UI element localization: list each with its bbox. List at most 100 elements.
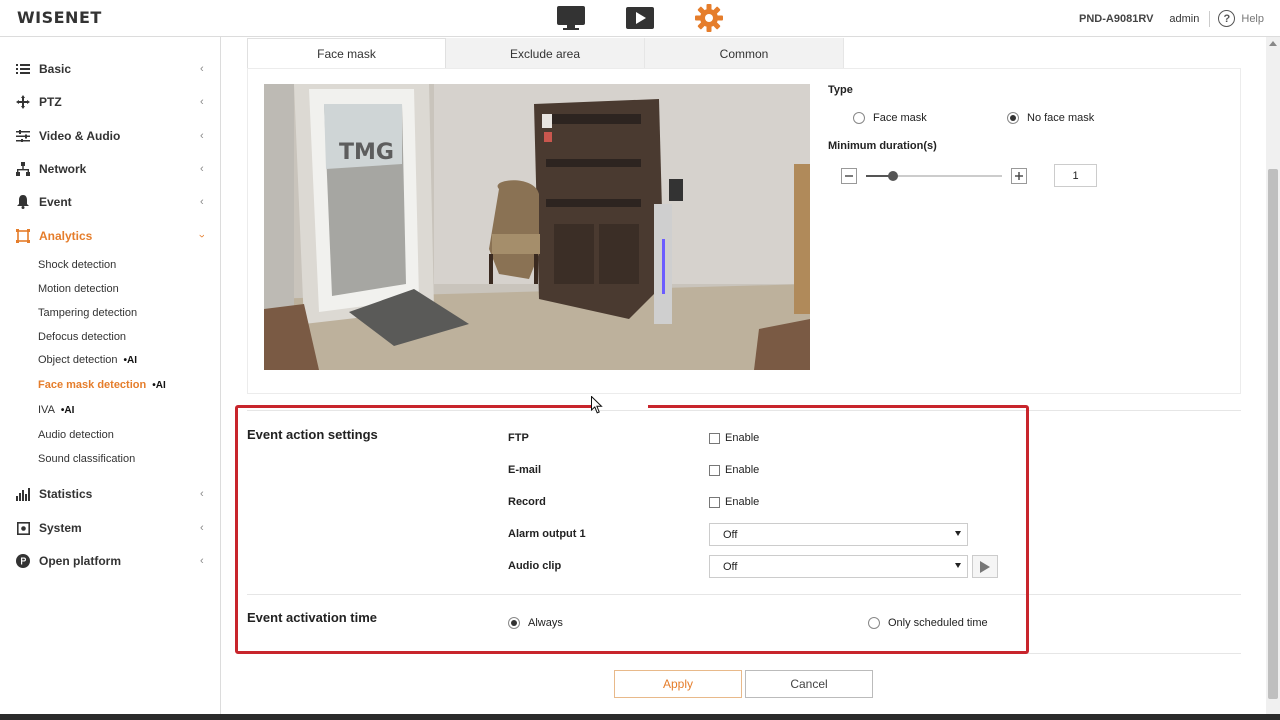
mouse-cursor-icon [591,395,603,417]
type-face-mask-radio[interactable]: Face mask [853,112,927,124]
tab-bar: Face mask Exclude area Common [247,38,844,69]
checkbox-label: Enable [725,496,760,508]
user-name[interactable]: admin [1169,13,1199,25]
play-icon [980,560,990,573]
audio-play-button[interactable] [972,555,998,578]
section-divider [247,410,1241,411]
sidebar-item-open-platform[interactable]: Open platform ‹ [0,549,220,573]
radio-button-selected[interactable] [1007,112,1019,124]
ai-badge: •AI [152,379,166,391]
tab-common[interactable]: Common [645,38,844,69]
list-icon [16,62,30,76]
chevron-left-icon: ‹ [200,555,204,567]
sidebar-subitem-defocus-detection[interactable]: Defocus detection [38,328,126,346]
camera-preview[interactable]: TMG [264,84,810,370]
svg-text:TMG: TMG [339,140,394,165]
subitem-label: Sound classification [38,453,136,465]
open-platform-icon [16,554,30,568]
subitem-label: Motion detection [38,283,119,295]
sidebar-item-label: System [39,521,82,535]
ftp-label: FTP [508,432,529,444]
activation-scheduled-radio[interactable]: Only scheduled time [868,617,988,629]
ai-badge: •AI [123,354,138,366]
audio-clip-select[interactable]: Off [709,555,968,578]
sidebar-subitem-shock-detection[interactable]: Shock detection [38,256,116,274]
section-divider [247,594,1241,595]
radio-button[interactable] [853,112,865,124]
alarm-output-label: Alarm output 1 [508,528,586,540]
network-icon [16,162,30,176]
sidebar-item-statistics[interactable]: Statistics ‹ [0,482,220,506]
activation-always-radio[interactable]: Always [508,617,563,629]
bell-icon [16,195,30,209]
chevron-left-icon: ‹ [200,163,204,175]
analytics-frame-icon [16,229,30,243]
decrease-button[interactable] [841,168,857,184]
cancel-button[interactable]: Cancel [745,670,873,698]
subitem-label: Shock detection [38,259,117,271]
sidebar-item-video-audio[interactable]: Video & Audio ‹ [0,124,220,148]
system-icon [16,521,30,535]
checkbox[interactable] [709,464,720,476]
chevron-left-icon: ‹ [200,130,204,142]
type-label: Type [828,84,853,96]
monitor-icon[interactable] [556,4,586,32]
checkbox[interactable] [709,432,720,444]
chevron-left-icon: ‹ [200,63,204,75]
increase-button[interactable] [1011,168,1027,184]
dropdown-arrow-icon [955,531,961,536]
scrollbar-thumb[interactable] [1268,169,1278,699]
duration-slider[interactable] [866,171,1002,181]
subitem-label: IVA [38,404,55,416]
sidebar-item-label: Video & Audio [39,129,121,143]
sidebar-subitem-iva[interactable]: IVA •AI [38,401,74,419]
sidebar-item-ptz[interactable]: PTZ ‹ [0,90,220,114]
sidebar-subitem-motion-detection[interactable]: Motion detection [38,280,119,298]
sidebar-item-network[interactable]: Network ‹ [0,157,220,181]
help-link[interactable]: ? Help [1218,10,1264,27]
sidebar-item-analytics[interactable]: Analytics ‹ [0,224,220,248]
checkbox-label: Enable [725,464,760,476]
wisenet-logo: WISENET [17,8,102,27]
bottom-bar [0,714,1280,720]
subitem-label: Object detection [38,354,118,366]
play-icon[interactable] [625,4,655,32]
radio-button[interactable] [868,617,880,629]
radio-label: Only scheduled time [888,617,988,629]
sidebar-item-event[interactable]: Event ‹ [0,190,220,214]
gear-icon[interactable] [694,4,724,32]
sidebar-item-basic[interactable]: Basic ‹ [0,57,220,81]
sidebar-subitem-object-detection[interactable]: Object detection •AI [38,351,137,369]
vertical-scrollbar[interactable] [1266,37,1280,720]
help-label: Help [1241,12,1264,25]
alarm-output-select[interactable]: Off [709,523,968,546]
top-bar: WISENET PND-A9081RV admin ? Help [0,0,1280,37]
tab-face-mask[interactable]: Face mask [247,38,446,69]
sidebar-subitem-tampering-detection[interactable]: Tampering detection [38,304,137,322]
subitem-label: Face mask detection [38,379,147,391]
select-value: Off [723,528,738,541]
email-enable-checkbox[interactable]: Enable [709,464,759,476]
scroll-up-icon[interactable] [1269,41,1277,46]
ftp-enable-checkbox[interactable]: Enable [709,432,759,444]
checkbox-label: Enable [725,432,760,444]
tab-exclude-area[interactable]: Exclude area [446,38,645,69]
type-no-face-mask-radio[interactable]: No face mask [1007,112,1094,124]
sidebar-subitem-face-mask-detection[interactable]: Face mask detection •AI [38,376,166,394]
event-action-settings-title: Event action settings [247,427,378,442]
apply-button[interactable]: Apply [614,670,742,698]
bar-chart-icon [16,487,30,501]
checkbox[interactable] [709,496,720,508]
record-enable-checkbox[interactable]: Enable [709,496,759,508]
slider-handle[interactable] [888,171,898,181]
dropdown-arrow-icon [955,563,961,568]
event-activation-time-title: Event activation time [247,610,378,625]
minimum-duration-input[interactable]: 1 [1054,164,1097,187]
sidebar-subitem-sound-classification[interactable]: Sound classification [38,450,135,468]
subitem-label: Audio detection [38,429,114,441]
sidebar-subitem-audio-detection[interactable]: Audio detection [38,426,114,444]
sidebar-item-label: Statistics [39,487,93,501]
radio-button-selected[interactable] [508,617,520,629]
sidebar-item-system[interactable]: System ‹ [0,516,220,540]
chevron-left-icon: ‹ [200,488,204,500]
